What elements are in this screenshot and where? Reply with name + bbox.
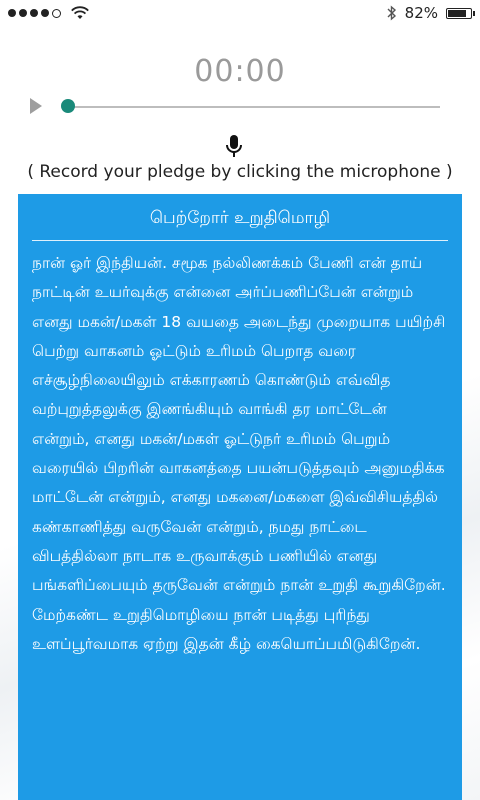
wifi-icon — [71, 6, 89, 19]
pledge-card: பெற்றோர் உறுதிமொழி நான் ஓர் இந்தியன். சம… — [18, 194, 462, 800]
seek-bar[interactable] — [64, 106, 440, 108]
status-bar: 82% — [0, 0, 480, 26]
recording-timer: 00:00 — [194, 54, 286, 89]
record-instruction: ( Record your pledge by clicking the mic… — [27, 162, 453, 182]
microphone-icon[interactable] — [224, 134, 244, 160]
pledge-text: நான் ஓர் இந்தியன். சமூக நல்லிணக்கம் பேணி… — [32, 254, 446, 653]
seek-thumb[interactable] — [61, 99, 75, 113]
battery-icon — [446, 7, 475, 19]
bluetooth-icon — [387, 5, 396, 21]
battery-percent: 82% — [404, 4, 438, 22]
pledge-divider — [32, 240, 448, 241]
play-icon[interactable] — [30, 98, 42, 114]
pledge-title: பெற்றோர் உறுதிமொழி — [149, 208, 331, 228]
signal-dots-icon — [8, 6, 90, 20]
